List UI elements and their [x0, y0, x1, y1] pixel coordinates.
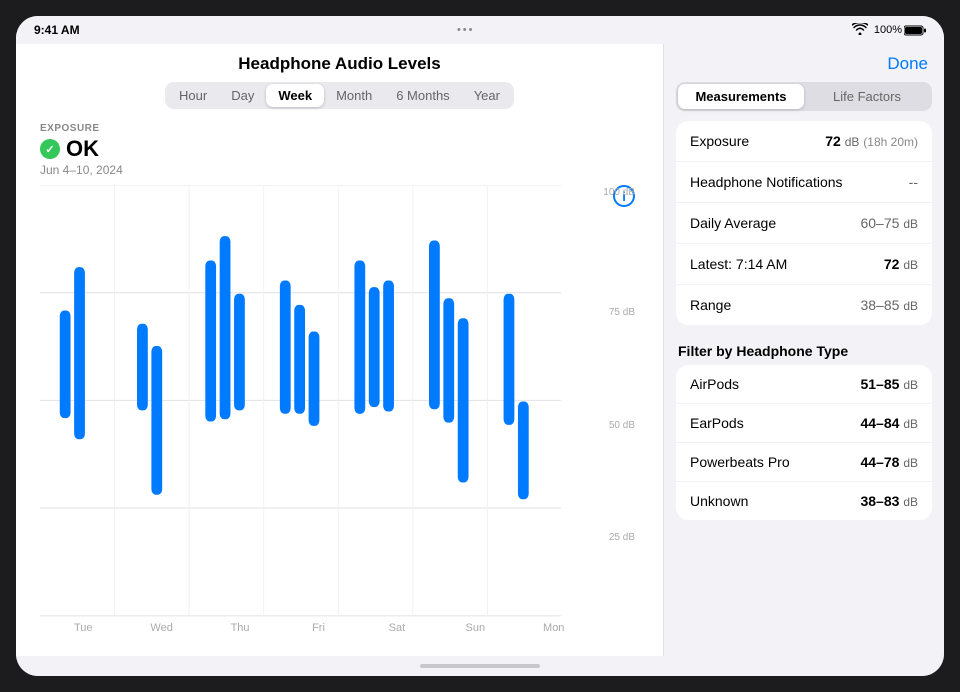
metric-value-range: 38–85 dB: [860, 297, 918, 313]
metric-label-daily-avg: Daily Average: [690, 215, 776, 231]
chart-title: Headphone Audio Levels: [36, 54, 643, 74]
filter-value-earpods: 44–84 dB: [860, 415, 918, 431]
time-tabs: Hour Day Week Month 6 Months Year: [165, 82, 514, 109]
status-icons: 100%: [852, 23, 926, 38]
date-range: Jun 4–10, 2024: [40, 163, 639, 177]
filter-label-unknown: Unknown: [690, 493, 748, 509]
tab-month[interactable]: Month: [324, 84, 384, 107]
metric-row-latest: Latest: 7:14 AM 72 dB: [676, 244, 932, 285]
day-label-wed: Wed: [122, 622, 200, 634]
db-label-75: 75 dB: [609, 307, 635, 318]
day-label-fri: Fri: [279, 622, 357, 634]
metric-row-range: Range 38–85 dB: [676, 285, 932, 325]
segment-life-factors[interactable]: Life Factors: [804, 84, 930, 109]
battery-icon: 100%: [874, 24, 926, 36]
home-indicator: [16, 656, 944, 676]
metrics-card: Exposure 72 dB (18h 20m) Headphone Notif…: [676, 121, 932, 325]
status-time: 9:41 AM: [34, 23, 80, 37]
chart-svg: [40, 185, 597, 618]
filter-value-airpods: 51–85 dB: [860, 376, 918, 392]
filter-row-airpods[interactable]: AirPods 51–85 dB: [676, 365, 932, 404]
battery-percent: 100%: [874, 24, 902, 36]
filter-label-powerbeats: Powerbeats Pro: [690, 454, 790, 470]
metric-label-notifications: Headphone Notifications: [690, 174, 843, 190]
chart-header: Headphone Audio Levels Hour Day Week Mon…: [16, 44, 663, 119]
db-label-25: 25 dB: [609, 532, 635, 543]
metric-value-daily-avg: 60–75 dB: [860, 215, 918, 231]
tab-week[interactable]: Week: [266, 84, 324, 107]
filter-label-earpods: EarPods: [690, 415, 744, 431]
metric-value-notifications: --: [909, 174, 918, 190]
exposure-section: EXPOSURE ✓ OK Jun 4–10, 2024: [16, 119, 663, 181]
segment-measurements[interactable]: Measurements: [678, 84, 804, 109]
tab-year[interactable]: Year: [462, 84, 512, 107]
right-panel: Done Measurements Life Factors Exposure …: [664, 44, 944, 656]
metric-row-exposure: Exposure 72 dB (18h 20m): [676, 121, 932, 162]
metric-row-daily-avg: Daily Average 60–75 dB: [676, 203, 932, 244]
ok-badge: ✓: [40, 139, 60, 159]
right-header: Done: [664, 44, 944, 82]
tab-6months[interactable]: 6 Months: [384, 84, 461, 107]
metric-value-exposure: 72 dB (18h 20m): [825, 133, 918, 149]
metric-row-notifications: Headphone Notifications --: [676, 162, 932, 203]
wifi-icon: [852, 23, 868, 38]
chart-wrapper: 100 dB 75 dB 50 dB 25 dB Tue Wed Thu Fri…: [40, 185, 639, 636]
home-bar: [420, 664, 540, 668]
done-button[interactable]: Done: [887, 54, 928, 74]
filter-row-unknown[interactable]: Unknown 38–83 dB: [676, 482, 932, 520]
day-label-sun: Sun: [436, 622, 514, 634]
filter-value-unknown: 38–83 dB: [860, 493, 918, 509]
day-label-thu: Thu: [201, 622, 279, 634]
db-label-50: 50 dB: [609, 420, 635, 431]
day-label-mon: Mon: [515, 622, 593, 634]
ipad-frame: 9:41 AM ••• 100%: [16, 16, 944, 676]
status-bar: 9:41 AM ••• 100%: [16, 16, 944, 44]
status-dots: •••: [457, 24, 475, 36]
chart-area: i: [16, 181, 663, 656]
filter-card: AirPods 51–85 dB EarPods 44–84 dB Powerb…: [676, 365, 932, 520]
filter-section-header: Filter by Headphone Type: [664, 337, 944, 365]
metric-label-range: Range: [690, 297, 731, 313]
segment-control: Measurements Life Factors: [676, 82, 932, 111]
metric-label-exposure: Exposure: [690, 133, 749, 149]
filter-label-airpods: AirPods: [690, 376, 739, 392]
content-area: Headphone Audio Levels Hour Day Week Mon…: [16, 44, 944, 656]
exposure-ok-text: OK: [66, 136, 99, 162]
tab-hour[interactable]: Hour: [167, 84, 219, 107]
exposure-label: EXPOSURE: [40, 123, 639, 134]
day-label-tue: Tue: [44, 622, 122, 634]
filter-value-powerbeats: 44–78 dB: [860, 454, 918, 470]
exposure-status: ✓ OK: [40, 136, 639, 162]
db-label-100: 100 dB: [603, 187, 635, 198]
metric-value-latest: 72 dB: [884, 256, 918, 272]
left-panel: Headphone Audio Levels Hour Day Week Mon…: [16, 44, 664, 656]
filter-row-powerbeats[interactable]: Powerbeats Pro 44–78 dB: [676, 443, 932, 482]
metric-label-latest: Latest: 7:14 AM: [690, 256, 787, 272]
day-labels: Tue Wed Thu Fri Sat Sun Mon: [40, 622, 597, 634]
filter-row-earpods[interactable]: EarPods 44–84 dB: [676, 404, 932, 443]
day-label-sat: Sat: [358, 622, 436, 634]
tab-day[interactable]: Day: [219, 84, 266, 107]
